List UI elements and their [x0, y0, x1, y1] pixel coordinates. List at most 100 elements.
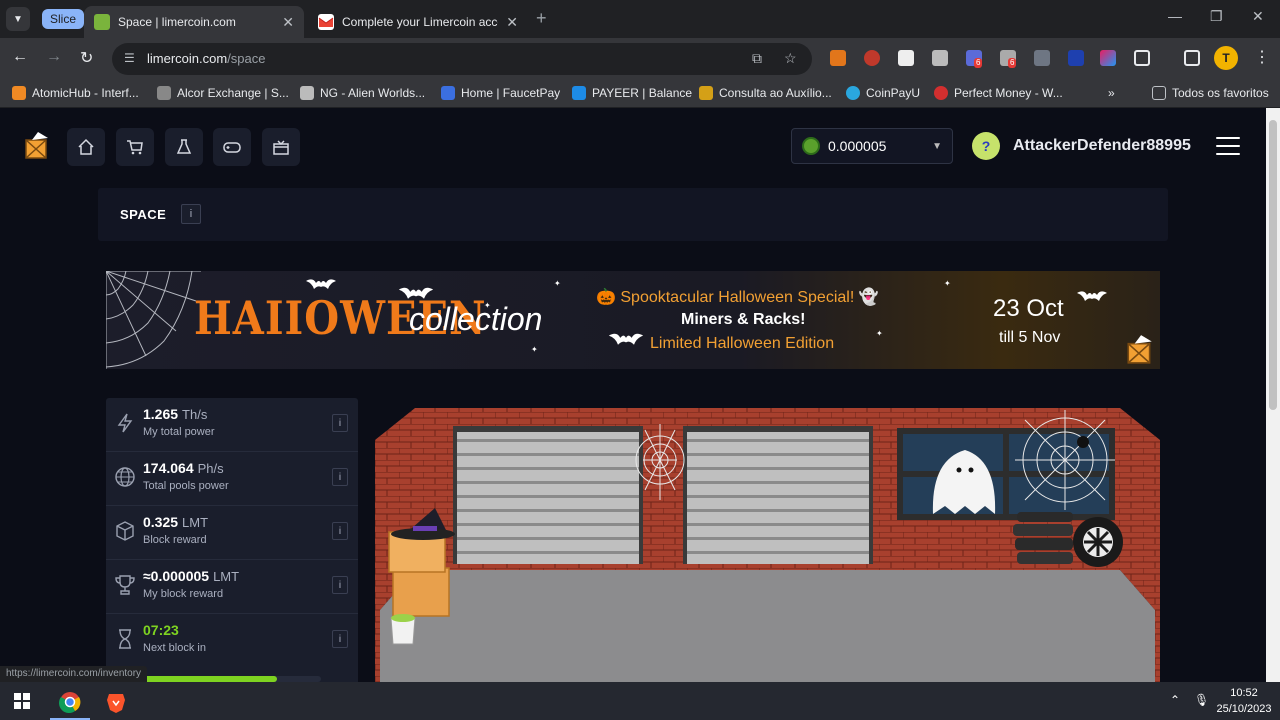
- nav-inventory[interactable]: [262, 128, 300, 166]
- extension-icon[interactable]: [864, 50, 880, 66]
- browser-toolbar: ← → ↻ ☰ limercoin.com/space ⧉ ☆ 6 6 T ⋮: [0, 38, 1280, 80]
- nav-shop[interactable]: [116, 128, 154, 166]
- system-clock[interactable]: 10:52 25/10/2023: [1214, 685, 1274, 717]
- chrome-taskbar-icon[interactable]: [50, 686, 90, 720]
- brave-taskbar-icon[interactable]: [96, 686, 136, 720]
- translate-icon[interactable]: ⧉: [752, 50, 762, 67]
- windows-taskbar: ⌃ 🎙 10:52 25/10/2023: [0, 682, 1280, 720]
- stat-value: 0.325 LMT: [143, 514, 209, 530]
- banner-line-1: 🎃 Spooktacular Halloween Special! 👻: [596, 289, 879, 306]
- info-button[interactable]: i: [332, 576, 348, 594]
- close-tab-icon[interactable]: ✕: [282, 14, 294, 31]
- stat-label: Next block in: [143, 642, 206, 654]
- star-decoration: ✦: [484, 301, 491, 310]
- user-avatar[interactable]: ?: [972, 132, 1000, 160]
- bookmarks-bar: AtomicHub - Interf... Alcor Exchange | S…: [0, 80, 1280, 108]
- qr-extension-icon[interactable]: [898, 50, 914, 66]
- address-bar[interactable]: ☰ limercoin.com/space ⧉ ☆: [112, 43, 812, 75]
- shield-extension-icon[interactable]: [1034, 50, 1050, 66]
- extensions-puzzle-icon[interactable]: [1134, 50, 1150, 66]
- forward-icon[interactable]: →: [46, 48, 62, 66]
- stat-value: ≈0.000005 LMT: [143, 568, 240, 584]
- bookmark-coinpayu[interactable]: CoinPayU: [846, 86, 920, 100]
- stat-label: Total pools power: [143, 480, 229, 492]
- banner-line-2: Miners & Racks!: [681, 311, 806, 328]
- stat-value: 1.265 Th/s: [143, 406, 208, 422]
- limercoin-logo[interactable]: [24, 130, 50, 160]
- payeer-extension-icon[interactable]: [932, 50, 948, 66]
- new-tab-icon[interactable]: +: [536, 8, 547, 29]
- gift-box-icon: [273, 140, 289, 155]
- nav-home[interactable]: [67, 128, 105, 166]
- garage-space-scene[interactable]: [375, 400, 1160, 682]
- balance-dropdown[interactable]: 0.000005 ▼: [791, 128, 953, 164]
- username[interactable]: AttackerDefender88995: [1013, 137, 1191, 155]
- tab-title: Space | limercoin.com: [118, 15, 236, 29]
- stat-my-block-reward: ≈0.000005 LMT My block reward i: [106, 560, 358, 614]
- extension-icon[interactable]: 6: [966, 50, 983, 68]
- bookmark-faucetpay[interactable]: Home | FaucetPay: [441, 86, 560, 100]
- nav-lab[interactable]: [165, 128, 203, 166]
- tab-gmail[interactable]: Complete your Limercoin acco ✕: [308, 6, 528, 38]
- stat-value: 07:23: [143, 622, 179, 638]
- chrome-menu-icon[interactable]: ⋮: [1254, 47, 1270, 67]
- info-button[interactable]: i: [332, 630, 348, 648]
- tab-space-limercoin[interactable]: Space | limercoin.com ✕: [84, 6, 304, 38]
- lightning-icon: [117, 413, 133, 433]
- mining-stats-panel: 1.265 Th/s My total power i 174.064 Ph/s T…: [106, 398, 358, 682]
- info-button[interactable]: i: [332, 522, 348, 540]
- extension-icon[interactable]: 6: [1000, 50, 1017, 68]
- page-title-bar: SPACE i: [98, 188, 1168, 241]
- spider-icon: [1077, 436, 1089, 448]
- stat-label: My block reward: [143, 588, 224, 600]
- all-bookmarks-folder[interactable]: Todos os favoritos: [1152, 86, 1269, 100]
- windows-start-icon[interactable]: [14, 693, 30, 709]
- limercoin-favicon: [94, 14, 110, 30]
- clock-time: 10:52: [1230, 687, 1258, 699]
- info-button[interactable]: i: [332, 468, 348, 486]
- back-icon[interactable]: ←: [12, 48, 28, 66]
- tab-group-label[interactable]: Slice: [42, 9, 85, 29]
- stat-my-power: 1.265 Th/s My total power i: [106, 398, 358, 452]
- close-tab-icon[interactable]: ✕: [506, 14, 518, 31]
- tab-search-button[interactable]: ▼: [6, 7, 30, 31]
- bookmark-alcor[interactable]: Alcor Exchange | S...: [157, 86, 289, 100]
- side-panel-icon[interactable]: [1184, 50, 1200, 66]
- extension-icon[interactable]: [1068, 50, 1084, 66]
- scrollbar-thumb[interactable]: [1269, 120, 1277, 410]
- metamask-extension-icon[interactable]: [830, 50, 846, 66]
- info-button[interactable]: i: [181, 204, 201, 224]
- tray-expand-icon[interactable]: ⌃: [1170, 693, 1180, 707]
- page-title: SPACE: [120, 207, 167, 222]
- bat-icon: [306, 279, 336, 289]
- lmt-coin-icon: [802, 137, 820, 155]
- link-status-hint: https://limercoin.com/inventory: [0, 666, 148, 682]
- bookmark-auxilio[interactable]: Consulta ao Auxílio...: [699, 86, 832, 100]
- balance-value: 0.000005: [828, 138, 887, 154]
- halloween-banner[interactable]: HAIIOWEEN collection 🎃 Spooktacular Hall…: [106, 271, 1160, 369]
- hamburger-menu-icon[interactable]: [1216, 137, 1240, 155]
- bookmark-alien-worlds[interactable]: NG - Alien Worlds...: [300, 86, 425, 100]
- close-window-icon[interactable]: ✕: [1252, 8, 1264, 25]
- extension-icon[interactable]: [1100, 50, 1116, 66]
- info-button[interactable]: i: [332, 414, 348, 432]
- more-bookmarks-icon[interactable]: »: [1108, 86, 1115, 100]
- bat-icon: [608, 333, 644, 345]
- bookmark-payeer[interactable]: PAYEER | Balance: [572, 86, 692, 100]
- minimize-icon[interactable]: —: [1168, 8, 1182, 24]
- restore-icon[interactable]: ❐: [1210, 8, 1223, 25]
- star-decoration: ✦: [531, 345, 538, 354]
- reload-icon[interactable]: ↻: [80, 48, 93, 68]
- bookmark-star-icon[interactable]: ☆: [784, 50, 797, 67]
- star-decoration: ✦: [876, 329, 883, 338]
- bat-icon: [398, 287, 434, 299]
- star-decoration: ✦: [944, 279, 951, 288]
- nav-games[interactable]: [213, 128, 251, 166]
- microphone-icon[interactable]: 🎙: [1194, 693, 1209, 707]
- page-scrollbar[interactable]: [1266, 108, 1280, 682]
- chrome-profile-avatar[interactable]: T: [1214, 46, 1238, 70]
- site-info-icon[interactable]: ☰: [124, 51, 135, 65]
- limercoin-page: 0.000005 ▼ ? AttackerDefender88995 SPACE…: [0, 108, 1266, 682]
- bookmark-atomichub[interactable]: AtomicHub - Interf...: [12, 86, 139, 100]
- bookmark-perfect-money[interactable]: Perfect Money - W...: [934, 86, 1063, 100]
